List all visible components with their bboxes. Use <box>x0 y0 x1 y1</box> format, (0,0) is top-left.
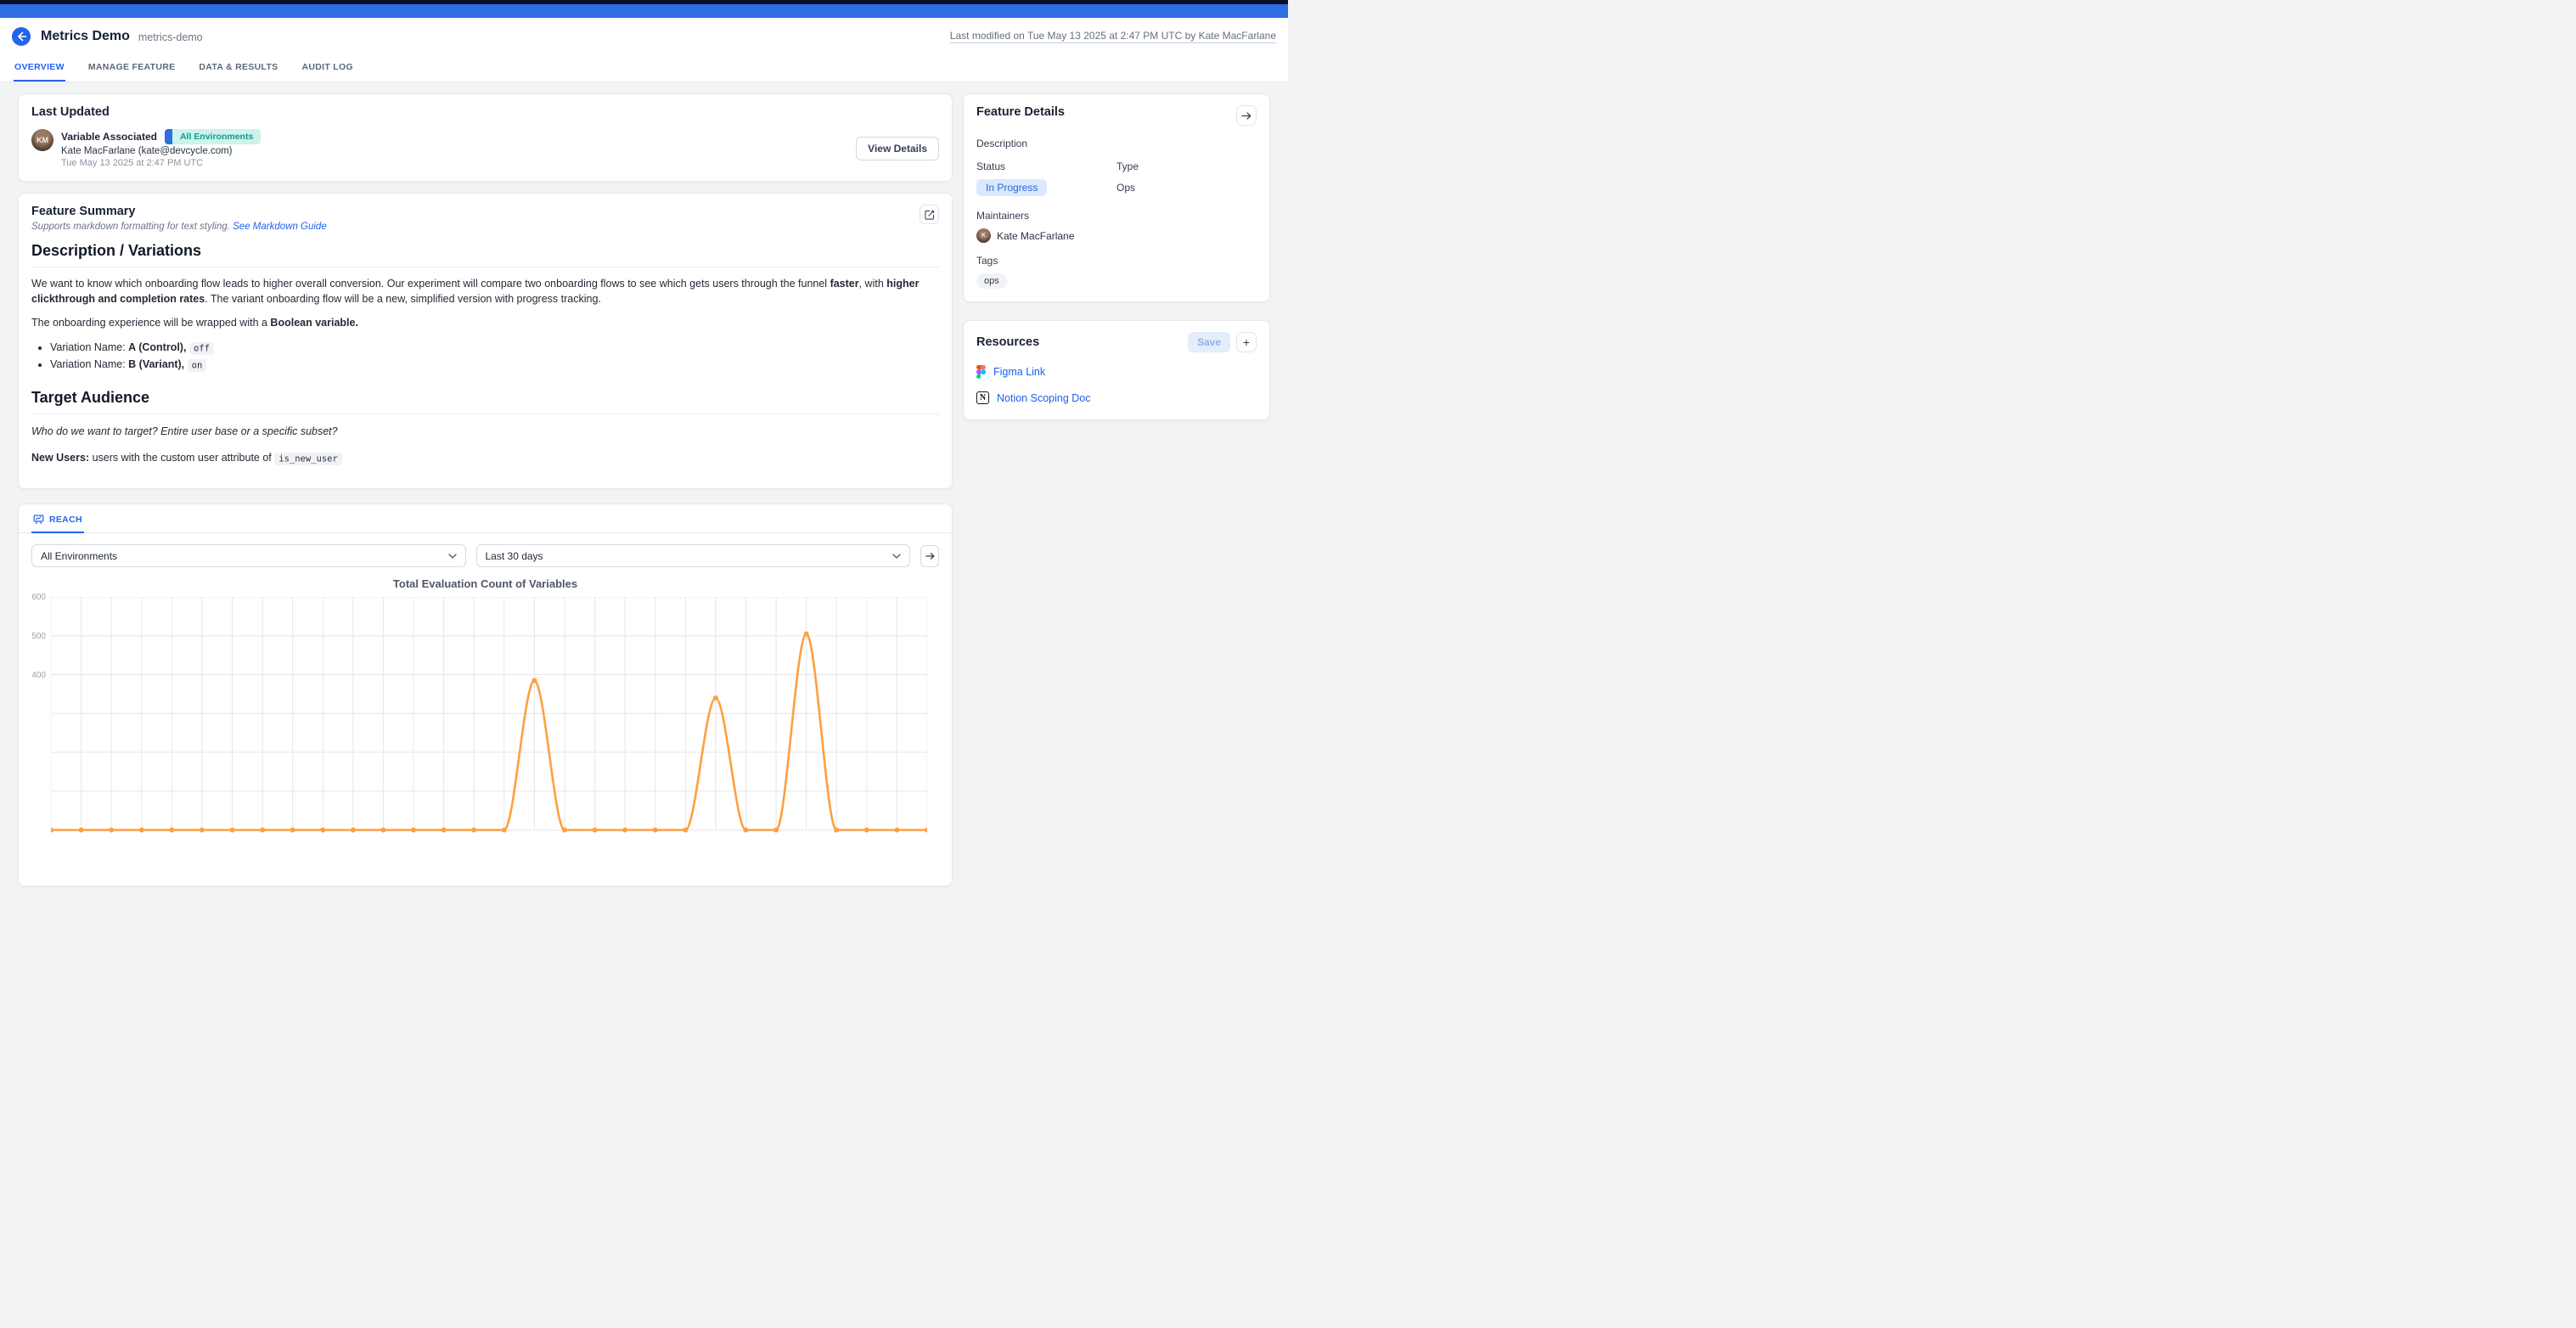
type-value: Ops <box>1116 182 1257 194</box>
save-resources-button[interactable]: Save <box>1188 332 1230 352</box>
chevron-down-icon <box>892 554 901 559</box>
brand-accent-bar <box>0 4 1288 18</box>
feature-details-title: Feature Details <box>976 105 1065 119</box>
edit-pencil-icon <box>924 209 936 221</box>
add-resource-button[interactable]: + <box>1236 332 1257 352</box>
section-heading-target-audience: Target Audience <box>31 389 939 414</box>
resource-row-figma: Figma Link <box>976 365 1257 379</box>
audit-user: Kate MacFarlane (kate@devcycle.com) <box>61 146 261 156</box>
y-axis-tick: 600 <box>22 593 46 602</box>
maintainer-row: K Kate MacFarlane <box>976 228 1257 243</box>
open-feature-details-button[interactable] <box>1236 105 1257 126</box>
markdown-guide-link[interactable]: See Markdown Guide <box>233 222 327 232</box>
reach-tab-bar: REACH <box>19 504 952 533</box>
evaluation-chart: 600500400 <box>51 597 928 852</box>
variation-list: Variation Name: A (Control), off Variati… <box>50 340 939 374</box>
maintainers-label: Maintainers <box>976 210 1257 222</box>
feature-details-card: Feature Details Description Status In Pr… <box>963 93 1270 302</box>
tab-manage-feature[interactable]: MANAGE FEATURE <box>87 55 177 82</box>
audit-timestamp: Tue May 13 2025 at 2:47 PM UTC <box>61 158 261 168</box>
left-arrow-icon <box>16 31 26 42</box>
description-paragraph-1: We want to know which onboarding flow le… <box>31 276 939 307</box>
chevron-down-icon <box>448 554 457 559</box>
resources-title: Resources <box>976 335 1039 349</box>
environment-color-strip <box>165 129 172 144</box>
main-tab-bar: OVERVIEW MANAGE FEATURE DATA & RESULTS A… <box>0 55 1288 82</box>
notion-icon: N <box>976 391 989 404</box>
variation-item-control: Variation Name: A (Control), off <box>50 340 939 357</box>
resources-card: Resources Save + Figma Link N Notion Sco… <box>963 320 1270 420</box>
reach-card: REACH All Environments Last 30 days <box>18 504 953 886</box>
tab-audit-log[interactable]: AUDIT LOG <box>301 55 353 82</box>
tags-label: Tags <box>976 255 1257 267</box>
section-heading-description-variations: Description / Variations <box>31 242 939 267</box>
last-modified-text: Last modified on Tue May 13 2025 at 2:47… <box>950 30 1276 43</box>
page-title: Metrics Demo <box>41 29 130 44</box>
back-button[interactable] <box>12 27 31 46</box>
resource-row-notion: N Notion Scoping Doc <box>976 391 1257 404</box>
last-updated-title: Last Updated <box>31 105 939 119</box>
apply-filters-button[interactable] <box>920 545 939 567</box>
figma-icon <box>976 365 986 379</box>
notion-link[interactable]: Notion Scoping Doc <box>997 392 1090 404</box>
variation-item-variant: Variation Name: B (Variant), on <box>50 357 939 374</box>
chart-board-icon <box>33 514 44 525</box>
audience-detail: New Users: users with the custom user at… <box>31 450 939 466</box>
page-header: Metrics Demo metrics-demo Last modified … <box>0 18 1288 82</box>
tab-data-results[interactable]: DATA & RESULTS <box>198 55 278 82</box>
avatar: KM <box>31 129 53 151</box>
view-details-button[interactable]: View Details <box>856 137 939 160</box>
maintainer-avatar: K <box>976 228 991 243</box>
last-updated-card: Last Updated KM Variable Associated All … <box>18 93 953 182</box>
date-range-select[interactable]: Last 30 days <box>476 544 911 567</box>
tab-reach[interactable]: REACH <box>31 504 84 533</box>
markdown-hint: Supports markdown formatting for text st… <box>31 222 327 232</box>
right-arrow-icon <box>1241 111 1251 121</box>
tag-ops: ops <box>976 273 1007 289</box>
tab-overview[interactable]: OVERVIEW <box>14 55 65 82</box>
feature-key: metrics-demo <box>138 31 203 43</box>
feature-summary-card: Feature Summary Supports markdown format… <box>18 193 953 489</box>
right-arrow-icon <box>925 552 935 560</box>
maintainer-name: Kate MacFarlane <box>997 230 1074 242</box>
audit-event-label: Variable Associated <box>61 131 157 143</box>
y-axis-tick: 500 <box>22 632 46 641</box>
y-axis-tick: 400 <box>22 671 46 680</box>
environment-badge: All Environments <box>165 129 261 144</box>
type-label: Type <box>1116 160 1257 172</box>
line-chart <box>51 597 927 852</box>
figma-link[interactable]: Figma Link <box>993 366 1045 378</box>
description-label: Description <box>976 138 1257 149</box>
status-badge[interactable]: In Progress <box>976 179 1047 196</box>
status-label: Status <box>976 160 1116 172</box>
audience-question: Who do we want to target? Entire user ba… <box>31 424 939 439</box>
environment-filter-select[interactable]: All Environments <box>31 544 466 567</box>
description-paragraph-2: The onboarding experience will be wrappe… <box>31 315 939 330</box>
edit-summary-button[interactable] <box>920 205 939 224</box>
chart-title: Total Evaluation Count of Variables <box>19 577 952 590</box>
feature-summary-title: Feature Summary <box>31 205 327 218</box>
